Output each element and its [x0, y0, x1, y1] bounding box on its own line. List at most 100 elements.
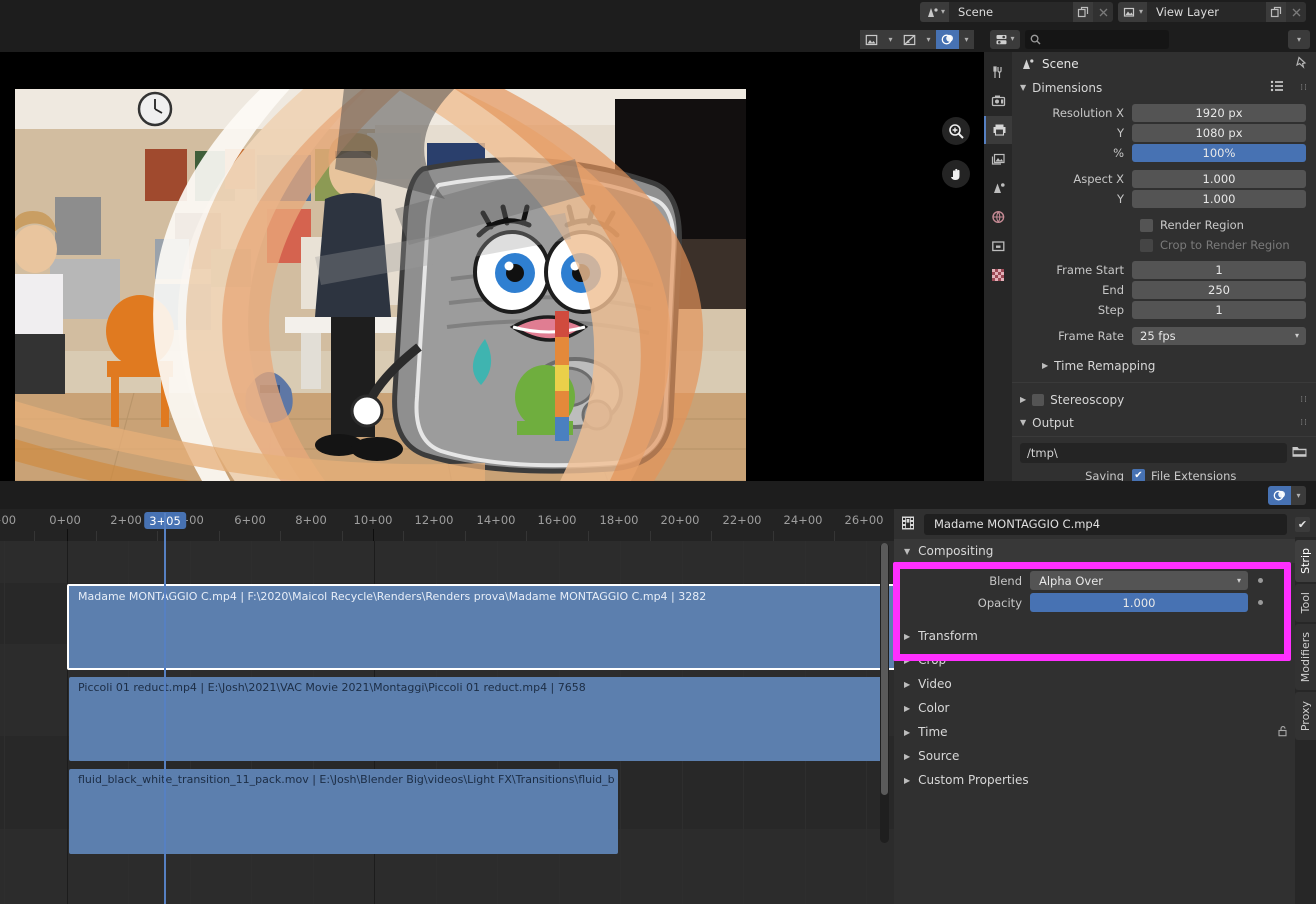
unlock-icon[interactable] [1277, 725, 1289, 740]
delete-view-layer-button[interactable] [1286, 2, 1306, 22]
frame-start-field[interactable]: 1 [1132, 260, 1306, 279]
playhead[interactable] [164, 513, 166, 904]
opacity-animate-dot[interactable] [1258, 600, 1263, 605]
sequencer-overlay-group[interactable]: ▾ [1268, 486, 1306, 505]
custom-properties-panel-header[interactable]: ▶ Custom Properties ⁞⁞ [894, 768, 1316, 792]
new-view-layer-button[interactable] [1266, 2, 1286, 22]
resolution-percent-field[interactable]: 100% [1132, 143, 1306, 162]
color-panel-header[interactable]: ▶ Color ⁞⁞ [894, 696, 1316, 720]
frame-end-field[interactable]: 250 [1132, 280, 1306, 299]
render-region-checkbox[interactable] [1140, 218, 1153, 232]
output-panel-header[interactable]: ▼ Output ⁞⁞ [1012, 411, 1316, 434]
editor-type-button[interactable]: ▾ [990, 29, 1020, 49]
delete-scene-button[interactable] [1093, 2, 1113, 22]
sequencer-overlays-toggle[interactable] [1268, 486, 1291, 505]
resolution-y-field[interactable]: 1080 px [1132, 123, 1306, 142]
transform-panel-header[interactable]: ▶ Transform ⁞⁞ [894, 624, 1316, 648]
preview-canvas[interactable] [0, 52, 984, 481]
proxy-button[interactable] [898, 30, 921, 49]
display-channel-button[interactable] [860, 30, 883, 49]
tab-proxy[interactable]: Proxy [1295, 692, 1316, 740]
stereoscopy-checkbox[interactable] [1032, 393, 1045, 406]
aspect-x-field[interactable]: 1.000 [1132, 169, 1306, 188]
output-path-input[interactable]: /tmp\ [1020, 442, 1287, 463]
scene-icon[interactable]: ▾ [920, 2, 950, 22]
frame-rate-dropdown[interactable]: 25 fps ▾ [1132, 326, 1306, 345]
proxy-dropdown[interactable]: ▾ [921, 30, 936, 49]
render-tab[interactable] [984, 87, 1012, 115]
tab-modifiers[interactable]: Modifiers [1295, 624, 1316, 690]
tab-strip[interactable]: Strip [1295, 540, 1316, 582]
video-panel-header[interactable]: ▶ Video ⁞⁞ [894, 672, 1316, 696]
search-field[interactable] [1045, 32, 1155, 46]
panel-drag-handle[interactable]: ⁞⁞ [1300, 395, 1308, 405]
preset-list-icon[interactable] [1270, 80, 1284, 95]
blend-row[interactable]: Blend Alpha Over ▾ [894, 570, 1316, 591]
panel-drag-handle[interactable]: ⁞⁞ [1300, 418, 1308, 428]
resolution-x-row[interactable]: Resolution X 1920 px [1012, 103, 1316, 122]
frame-start-row[interactable]: Frame Start 1 [1012, 260, 1316, 279]
strip-madame-montaggio[interactable]: Madame MONTAGGIO C.mp4 | F:\2020\Maicol … [67, 584, 897, 670]
world-tab[interactable] [984, 203, 1012, 231]
pan-tool-button[interactable] [942, 160, 970, 188]
frame-step-field[interactable]: 1 [1132, 300, 1306, 319]
strip-name-field[interactable]: Madame MONTAGGIO C.mp4 [924, 513, 1287, 535]
blend-animate-dot[interactable] [1258, 578, 1263, 583]
display-mode-group[interactable]: ▾ [860, 30, 898, 49]
blend-dropdown[interactable]: Alpha Over ▾ [1030, 571, 1248, 590]
time-remapping-panel-header[interactable]: ▶ Time Remapping [1012, 354, 1316, 377]
strip-mute-checkbox[interactable]: ✔ [1295, 516, 1310, 532]
view-layer-icon[interactable]: ▾ [1118, 2, 1148, 22]
overlays-dropdown[interactable]: ▾ [959, 30, 974, 49]
aspect-y-row[interactable]: Y 1.000 [1012, 189, 1316, 208]
panel-drag-handle[interactable]: ⁞⁞ [1300, 83, 1308, 93]
folder-icon[interactable] [1291, 443, 1308, 462]
output-path-row[interactable]: /tmp\ [1012, 442, 1316, 463]
scene-tab[interactable] [984, 174, 1012, 202]
zoom-tool-button[interactable] [942, 117, 970, 145]
saving-row[interactable]: Saving ✔ File Extensions [1012, 466, 1316, 481]
properties-header-dropdown[interactable]: ▾ [1288, 30, 1310, 49]
display-mode-dropdown[interactable]: ▾ [883, 30, 898, 49]
resolution-percent-row[interactable]: % 100% [1012, 143, 1316, 162]
opacity-row[interactable]: Opacity 1.000 [894, 592, 1316, 613]
tool-tab[interactable] [984, 58, 1012, 86]
frame-step-row[interactable]: Step 1 [1012, 300, 1316, 319]
time-panel-header[interactable]: ▶ Time ⁞⁞ [894, 720, 1316, 744]
texture-tab[interactable] [984, 261, 1012, 289]
aspect-y-field[interactable]: 1.000 [1132, 189, 1306, 208]
aspect-x-row[interactable]: Aspect X 1.000 [1012, 169, 1316, 188]
new-scene-button[interactable] [1073, 2, 1093, 22]
search-input[interactable] [1025, 29, 1169, 49]
view-layer-tab[interactable] [984, 145, 1012, 173]
file-extensions-group[interactable]: ✔ File Extensions [1132, 469, 1236, 481]
collection-tab[interactable] [984, 232, 1012, 260]
scrollbar-thumb[interactable] [881, 543, 888, 795]
proxy-group[interactable]: ▾ [898, 30, 936, 49]
frame-rate-row[interactable]: Frame Rate 25 fps ▾ [1012, 326, 1316, 345]
dimensions-panel-header[interactable]: ▼ Dimensions ⁞⁞ [1012, 76, 1316, 99]
sequencer-vertical-scrollbar[interactable] [880, 543, 889, 843]
strip-name-row[interactable]: Madame MONTAGGIO C.mp4 ✔ [894, 509, 1316, 539]
output-tab[interactable] [984, 116, 1012, 144]
source-panel-header[interactable]: ▶ Source ⁞⁞ [894, 744, 1316, 768]
resolution-x-field[interactable]: 1920 px [1132, 103, 1306, 122]
compositing-panel-header[interactable]: ▼ Compositing ⁞⁞ [894, 539, 1316, 563]
file-extensions-checkbox[interactable]: ✔ [1132, 469, 1145, 481]
crop-panel-header[interactable]: ▶ Crop ⁞⁞ [894, 648, 1316, 672]
filmstrip-icon [900, 515, 916, 534]
render-region-row[interactable]: Render Region [1012, 215, 1316, 235]
frame-end-row[interactable]: End 250 [1012, 280, 1316, 299]
resolution-y-row[interactable]: Y 1080 px [1012, 123, 1316, 142]
opacity-slider[interactable]: 1.000 [1030, 593, 1248, 612]
pin-icon[interactable] [1294, 55, 1308, 73]
strip-piccoli-01-reduct[interactable]: Piccoli 01 reduct.mp4 | E:\Josh\2021\VAC… [69, 677, 887, 761]
strip-fluid-black-white-transition[interactable]: fluid_black_white_transition_11_pack.mov… [69, 769, 618, 854]
sequencer-overlays-dropdown[interactable]: ▾ [1291, 486, 1306, 505]
overlay-group[interactable]: ▾ [936, 30, 974, 49]
checker-icon [992, 269, 1004, 281]
overlays-toggle-button[interactable] [936, 30, 959, 49]
tab-tool[interactable]: Tool [1295, 584, 1316, 622]
timeline-ruler[interactable]: +00 0+00 2+00 4+00 6+00 8+00 10+00 12+00… [0, 509, 894, 541]
stereoscopy-panel-header[interactable]: ▶ Stereoscopy ⁞⁞ [1012, 388, 1316, 411]
